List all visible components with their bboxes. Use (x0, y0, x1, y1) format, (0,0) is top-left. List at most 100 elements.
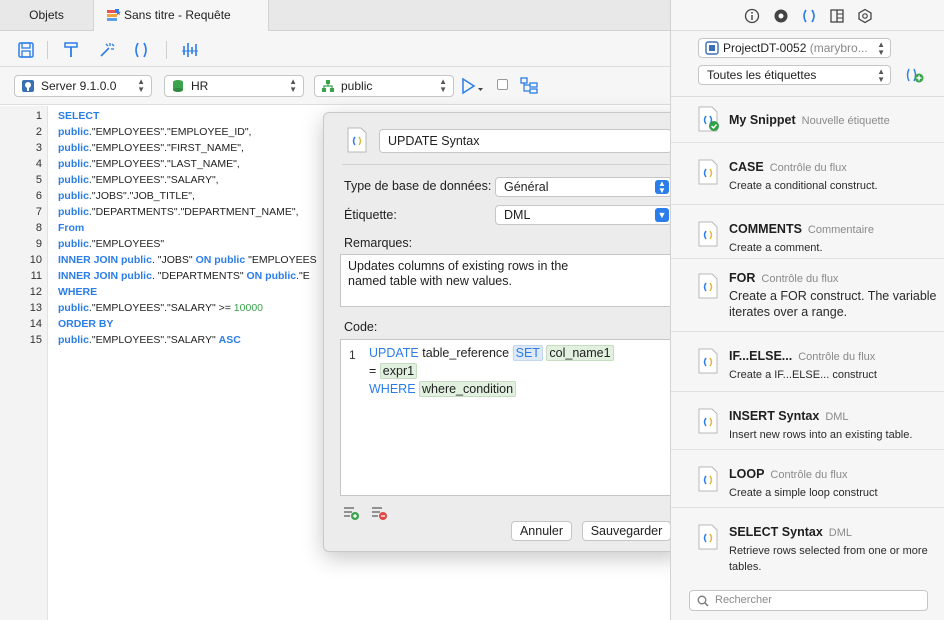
tab-query-label: * Sans titre - Requête (116, 8, 231, 22)
db-type-select[interactable]: Général ▲ ▼ (495, 177, 672, 197)
info-icon[interactable] (744, 8, 760, 24)
snippet-code-editor[interactable]: 1 UPDATE table_reference SET col_name1 =… (340, 339, 671, 496)
sql-keyword: public (58, 158, 89, 170)
project-owner: (marybro... (809, 41, 868, 55)
code-text: = (369, 364, 377, 378)
snippet-tag: Contrôle du flux (770, 469, 848, 481)
editor-toolbar (0, 31, 670, 67)
add-snippet-icon[interactable] (905, 66, 925, 84)
sql-text: ."EMPLOYEES"."SALARY" (88, 334, 219, 346)
line-number: 7 (35, 206, 42, 218)
snippet-item[interactable]: COMMENTS Commentaire Create a comment. (671, 205, 944, 259)
snippet-name-input[interactable]: UPDATE Syntax (379, 129, 672, 153)
code-label: Code: (344, 320, 378, 334)
tab-query[interactable]: * Sans titre - Requête (93, 0, 269, 32)
line-number: 5 (35, 174, 42, 186)
sql-keyword: ORDER BY (58, 318, 114, 330)
line-number: 13 (29, 302, 42, 314)
snippet-name: SELECT Syntax DML (729, 525, 852, 539)
code-placeholder[interactable]: col_name1 (546, 345, 614, 361)
snippet-name: COMMENTS Commentaire (729, 222, 874, 236)
sql-code-line: INNER JOIN public. "DEPARTMENTS" ON publ… (58, 270, 310, 282)
line-number: 14 (29, 318, 42, 330)
sql-code-line: INNER JOIN public. "JOBS" ON public "EMP… (58, 254, 317, 266)
code-snippet-icon[interactable] (131, 40, 151, 60)
snippet-title: INSERT Syntax (729, 409, 820, 423)
schema-select[interactable]: public ▲ ▼ (314, 75, 454, 97)
snippet-file-icon (698, 348, 718, 374)
tag-select[interactable]: DML ▼ (495, 205, 672, 225)
snippet-tag: Contrôle du flux (761, 273, 839, 285)
sql-code-line: WHERE (58, 286, 97, 298)
chevron-down-icon: ▼ (655, 208, 669, 222)
code-keyword: UPDATE (369, 346, 419, 360)
snippet-name: IF...ELSE... Contrôle du flux (729, 349, 875, 363)
snippet-title: IF...ELSE... (729, 349, 793, 363)
explain-icon[interactable] (180, 40, 200, 60)
sql-text: ."EMPLOYEES"."EMPLOYEE_ID", (88, 126, 252, 138)
code-placeholder[interactable]: where_condition (419, 381, 517, 397)
snippet-item[interactable]: My Snippet Nouvelle étiquette (671, 97, 944, 143)
snippet-tag: Contrôle du flux (798, 351, 876, 363)
line-number: 6 (35, 190, 42, 202)
snippet-item[interactable]: FOR Contrôle du flux Create a FOR construc… (671, 259, 944, 332)
code-placeholder[interactable]: SET (512, 345, 543, 361)
snippet-description: Insert new rows into an existing table. (729, 429, 913, 441)
db-type-label: Type de base de données: (344, 179, 492, 193)
line-number: 10 (29, 254, 42, 266)
add-placeholder-icon[interactable] (342, 505, 360, 521)
preview-icon[interactable] (773, 8, 789, 24)
snippet-search-input[interactable]: Rechercher (689, 590, 928, 611)
remove-placeholder-icon[interactable] (370, 505, 388, 521)
tab-bar: Objets * Sans titre - Requête (0, 0, 670, 32)
sql-code-line: public."EMPLOYEES" (58, 238, 164, 250)
snippet-item[interactable]: CASE Contrôle du flux Create a conditional… (671, 143, 944, 205)
save-icon[interactable] (16, 40, 36, 60)
snippet-item[interactable]: LOOP Contrôle du flux Create a simple loop… (671, 450, 944, 508)
snippet-item[interactable]: IF...ELSE... Contrôle du flux Create a IF.… (671, 332, 944, 392)
sql-keyword: SELECT (58, 110, 100, 122)
format-icon[interactable] (61, 40, 81, 60)
server-select[interactable]: Server 9.1.0.0 ▲ ▼ (14, 75, 152, 97)
sql-keyword: public (58, 126, 89, 138)
snippet-file-icon (347, 127, 367, 153)
snippet-item[interactable]: SELECT Syntax DML Retrieve rows selected f… (671, 508, 944, 582)
snippet-description: Create a simple loop construct (729, 487, 878, 499)
connection-selector-row: Server 9.1.0.0 ▲ ▼ HR ▲ ▼ public ▲ ▼ (0, 67, 670, 105)
snippet-file-icon (698, 106, 719, 132)
run-icon[interactable] (461, 77, 485, 95)
remarks-textarea[interactable]: Updates columns of existing rows in the … (340, 254, 671, 307)
code-text: table_reference (422, 346, 510, 360)
cancel-button[interactable]: Annuler (511, 521, 572, 541)
save-button[interactable]: Sauvegarder (582, 521, 671, 541)
tab-objects[interactable]: Objets (0, 0, 93, 31)
sql-text: ."EMPLOYEES"."SALARY" >= (88, 302, 234, 314)
database-select-value: HR (191, 79, 209, 93)
sql-keyword: INNER JOIN public (58, 254, 152, 266)
line-number: 9 (35, 238, 42, 250)
code-snippet-icon[interactable] (801, 8, 817, 24)
snippet-file-icon (698, 159, 718, 185)
tags-filter-value: Toutes les étiquettes (707, 68, 817, 82)
snippet-title: SELECT Syntax (729, 525, 823, 539)
code-line: UPDATE table_reference SET col_name1 (369, 345, 614, 361)
db-type-value: Général (504, 180, 549, 194)
hexagon-icon[interactable] (857, 8, 873, 24)
snippet-item[interactable]: INSERT Syntax DML Insert new rows into an … (671, 392, 944, 450)
project-select[interactable]: ProjectDT-0052 (marybro... ▲ ▼ (698, 38, 891, 58)
code-placeholder[interactable]: expr1 (379, 363, 418, 379)
database-icon (173, 80, 183, 92)
updown-chevron-icon: ▲ ▼ (655, 180, 669, 195)
explain-tree-icon[interactable] (520, 77, 538, 95)
database-select[interactable]: HR ▲ ▼ (164, 75, 304, 97)
stop-checkbox[interactable] (497, 79, 508, 90)
tags-filter-select[interactable]: Toutes les étiquettes ▲ ▼ (698, 65, 891, 85)
sql-code-line: public."EMPLOYEES"."SALARY" ASC (58, 334, 241, 346)
project-name: ProjectDT-0052 (723, 41, 807, 55)
panel-tab-icons (671, 0, 944, 31)
tag-value: DML (504, 208, 531, 222)
magic-wand-icon[interactable] (96, 40, 116, 60)
snippet-description: Create a comment. (729, 242, 823, 254)
query-icon (107, 9, 119, 21)
columns-icon[interactable] (829, 8, 845, 24)
